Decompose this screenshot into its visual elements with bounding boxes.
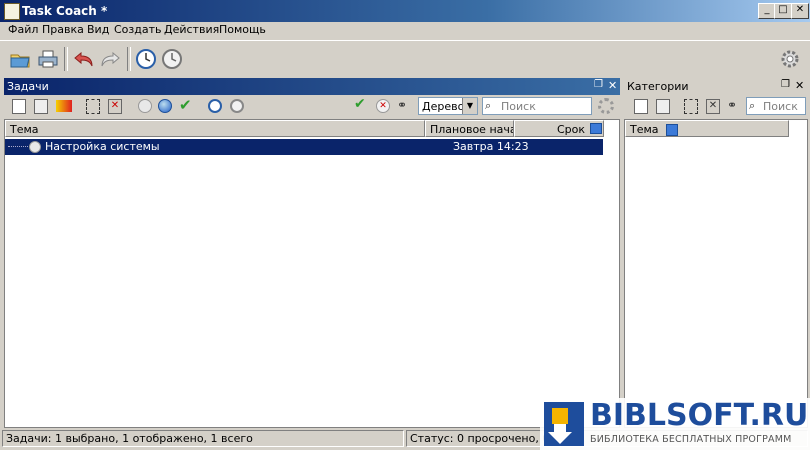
category-column-header-label: Тема <box>630 123 659 136</box>
delete-task-icon[interactable]: ✕ <box>108 99 122 114</box>
menu-view[interactable]: Вид <box>87 23 109 36</box>
categories-search-field[interactable]: ⌕ Поиск <box>746 97 806 115</box>
menu-bar: Файл Правка Вид Создать Действия Помощь <box>0 22 810 39</box>
categories-panel-float-icon[interactable]: ❐ <box>781 79 790 90</box>
select-all-icon[interactable] <box>86 99 100 114</box>
stop-clock-icon[interactable] <box>230 99 244 113</box>
categories-panel-close-icon[interactable]: ✕ <box>795 79 804 92</box>
tasks-panel-title: Задачи <box>7 80 49 93</box>
categories-list: Тема <box>624 119 808 428</box>
undo-icon[interactable] <box>72 47 96 71</box>
tasks-search-field[interactable]: ⌕ Поиск <box>482 97 592 115</box>
filter-categories-icon[interactable]: ⚭ <box>727 98 737 112</box>
close-button[interactable]: ✕ <box>791 3 809 19</box>
categories-panel: Категории ❐ ✕ ✕ ⚭ ⌕ Поиск Тема <box>624 78 808 428</box>
task-status-icon <box>29 141 41 153</box>
tasks-toolbar: ✕ ✔ ✔ ✕ ⚭ Дерево ▼ ⌕ Поиск <box>4 96 620 118</box>
categories-toolbar: ✕ ⚭ ⌕ Поиск <box>624 96 808 118</box>
app-icon <box>4 3 20 20</box>
task-subject: Настройка системы <box>45 140 160 153</box>
tasks-panel-header: Задачи ❐ ✕ <box>4 78 620 95</box>
search-icon: ⌕ <box>749 99 756 112</box>
hide-composite-icon[interactable]: ⚭ <box>397 98 407 112</box>
tasks-panel-close-icon[interactable]: ✕ <box>608 79 617 92</box>
title-bar: Task Coach * _ □ ✕ <box>0 0 810 22</box>
watermark: BIBLSOFT.RU БИБЛИОТЕКА БЕСПЛАТНЫХ ПРОГРА… <box>540 398 810 450</box>
categories-search-placeholder: Поиск <box>763 100 798 113</box>
menu-actions[interactable]: Действия <box>164 23 219 36</box>
complete-checkmark-icon[interactable]: ✔ <box>179 96 192 114</box>
status-left: Задачи: 1 выбрано, 1 отображено, 1 всего <box>2 430 404 447</box>
settings-gear-icon[interactable] <box>778 47 802 71</box>
watermark-tagline: БИБЛИОТЕКА БЕСПЛАТНЫХ ПРОГРАММ <box>590 434 792 445</box>
hide-completed-icon[interactable]: ✔ <box>354 96 366 112</box>
menu-file[interactable]: Файл <box>8 23 38 36</box>
column-header-planned-start[interactable]: Плановое нача... <box>425 120 514 137</box>
start-tracking-clock-icon[interactable] <box>134 47 158 71</box>
main-toolbar <box>0 40 810 76</box>
download-logo-icon <box>544 402 584 446</box>
new-subtask-icon[interactable] <box>34 99 48 114</box>
maximize-button[interactable]: □ <box>774 3 792 19</box>
inactive-status-icon[interactable] <box>138 99 152 113</box>
watermark-brand: BIBLSOFT.RU <box>590 398 809 433</box>
column-header-subject[interactable]: Тема <box>5 120 425 137</box>
search-options-gear-icon[interactable] <box>598 98 614 114</box>
start-clock-icon[interactable] <box>208 99 222 113</box>
hide-inactive-icon[interactable]: ✕ <box>376 99 390 113</box>
tasks-panel: Задачи ❐ ✕ ✕ ✔ ✔ ✕ ⚭ Дерево ▼ ⌕ Поиск Те… <box>4 78 620 428</box>
new-subcategory-icon[interactable] <box>656 99 670 114</box>
search-icon: ⌕ <box>485 99 492 112</box>
categories-panel-header: Категории ❐ ✕ <box>624 78 808 95</box>
tasks-tree-list: Тема Плановое нача... Срок Настройка сис… <box>4 119 620 428</box>
menu-help[interactable]: Помощь <box>219 23 266 36</box>
edit-task-icon[interactable] <box>56 100 72 112</box>
open-folder-icon[interactable] <box>8 47 32 71</box>
categories-panel-title: Категории <box>627 80 689 93</box>
table-row[interactable]: Настройка системы Завтра 14:23 <box>5 139 603 155</box>
tasks-search-placeholder: Поиск <box>501 100 536 113</box>
task-planned-start: Завтра 14:23 <box>453 140 529 153</box>
redo-icon[interactable] <box>98 47 122 71</box>
view-mode-value: Дерево <box>422 100 465 113</box>
window-title: Task Coach * <box>22 4 108 18</box>
select-all-categories-icon[interactable] <box>684 99 698 114</box>
stop-tracking-clock-icon[interactable] <box>160 47 184 71</box>
column-chooser-icon[interactable] <box>590 123 602 134</box>
new-category-icon[interactable] <box>634 99 648 114</box>
delete-category-icon[interactable]: ✕ <box>706 99 720 114</box>
sort-arrow-icon <box>666 124 679 136</box>
chevron-down-icon[interactable]: ▼ <box>462 98 477 114</box>
new-task-icon[interactable] <box>12 99 26 114</box>
active-status-icon[interactable] <box>158 99 172 113</box>
tasks-panel-float-icon[interactable]: ❐ <box>594 79 603 90</box>
category-column-header-subject[interactable]: Тема <box>625 120 789 137</box>
menu-create[interactable]: Создать <box>114 23 162 36</box>
print-icon[interactable] <box>36 47 60 71</box>
menu-edit[interactable]: Правка <box>42 23 84 36</box>
column-header-due-label: Срок <box>556 123 585 136</box>
view-mode-dropdown[interactable]: Дерево ▼ <box>418 97 478 115</box>
